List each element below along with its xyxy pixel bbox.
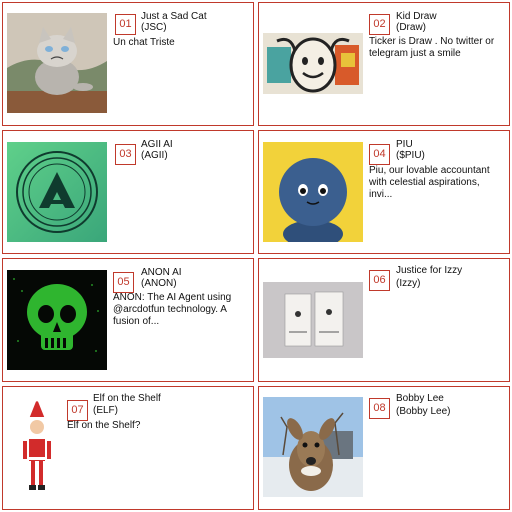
rank-badge: 08 (369, 398, 390, 419)
token-name: ANON AI (141, 267, 182, 278)
token-card-draw[interactable]: 02 Kid Draw (Draw) Ticker is Draw . No t… (258, 2, 510, 126)
token-card-elf[interactable]: 07 Elf on the Shelf (ELF) Elf on the She… (2, 386, 254, 510)
token-ticker: (AGII) (141, 150, 168, 161)
kid-drawing-image (263, 33, 363, 94)
token-card-anon[interactable]: 05 ANON AI (ANON) ANON: The AI Agent usi… (2, 258, 254, 382)
token-name: Bobby Lee (396, 393, 444, 404)
token-card-agii[interactable]: 03 AGII AI (AGII) (2, 130, 254, 254)
token-grid: 01 Just a Sad Cat (JSC) Un chat Triste 0… (0, 0, 512, 512)
token-name: Elf on the Shelf (93, 393, 161, 404)
token-description: Piu, our lovable accountant with celesti… (369, 165, 490, 200)
rank-badge: 01 (115, 14, 136, 35)
token-card-izzy[interactable]: 06 Justice for Izzy (Izzy) (258, 258, 510, 382)
elf-doll-image (7, 397, 107, 497)
token-description: ANON: The AI Agent using @arcdotfun tech… (113, 292, 232, 327)
token-card-bobby-lee[interactable]: 08 Bobby Lee (Bobby Lee) (258, 386, 510, 510)
rank-badge: 05 (113, 272, 134, 293)
blue-plush-toy-image (263, 142, 363, 242)
token-name: Kid Draw (396, 11, 437, 22)
token-ticker: (ELF) (93, 405, 118, 416)
rank-badge: 02 (369, 14, 390, 35)
token-name: AGII AI (141, 139, 173, 150)
token-ticker: (Draw) (396, 22, 426, 33)
token-ticker: (JSC) (141, 22, 167, 33)
token-description: Ticker is Draw . No twitter or telegram … (369, 36, 495, 59)
rank-badge: 04 (369, 144, 390, 165)
rank-badge: 07 (67, 400, 88, 421)
token-name: Justice for Izzy (396, 265, 463, 276)
rank-badge: 03 (115, 144, 136, 165)
token-ticker: (ANON) (141, 278, 177, 289)
token-ticker: (Bobby Lee) (396, 406, 451, 417)
green-skull-image (7, 270, 107, 370)
token-ticker: (Izzy) (396, 278, 421, 289)
token-ticker: ($PIU) (396, 150, 425, 161)
deer-image (263, 397, 363, 497)
token-description: Elf on the Shelf? (67, 420, 141, 431)
izzy-cards-image (263, 282, 363, 358)
token-name: Just a Sad Cat (141, 11, 207, 22)
token-name: PIU (396, 139, 413, 150)
grumpy-cat-image (7, 13, 107, 113)
agii-logo-image (7, 142, 107, 242)
token-card-piu[interactable]: 04 PIU ($PIU) Piu, our lovable accountan… (258, 130, 510, 254)
token-description: Un chat Triste (113, 37, 175, 48)
token-card-jsc[interactable]: 01 Just a Sad Cat (JSC) Un chat Triste (2, 2, 254, 126)
rank-badge: 06 (369, 270, 390, 291)
